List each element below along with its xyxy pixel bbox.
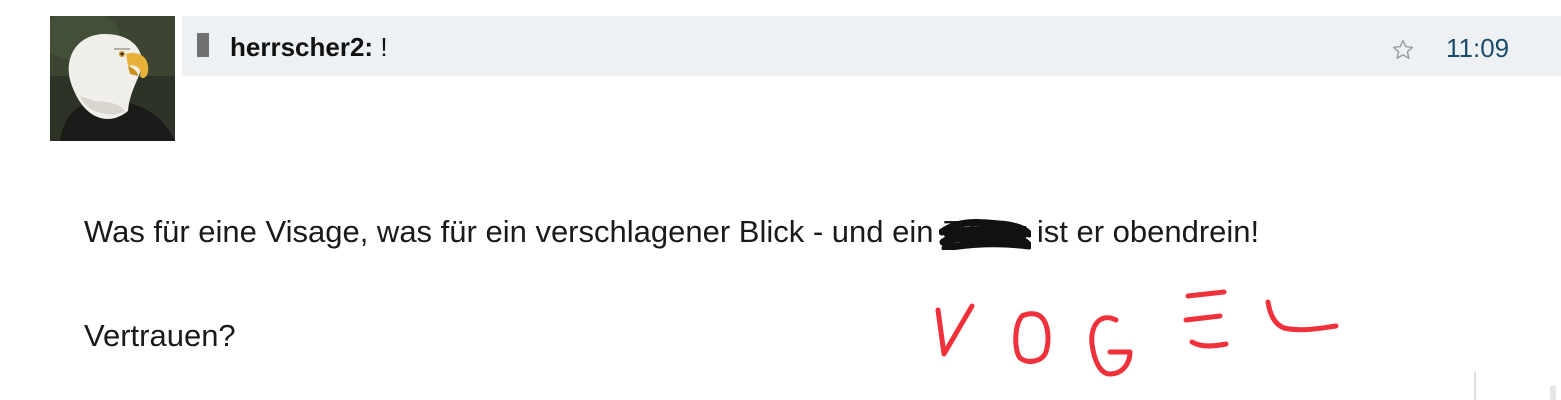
handwritten-annotation-vogel — [935, 289, 1339, 377]
message-title: ! — [380, 32, 388, 62]
redacted-word: Zwerg — [939, 214, 1032, 250]
message-marker — [197, 33, 209, 57]
divider-line — [1474, 372, 1476, 400]
message-view: herrscher2: ! 11:09 Was für eine Visage,… — [0, 0, 1561, 400]
body-text-after: ist er obendrein! — [1028, 214, 1260, 249]
message-body-line-1: Was für eine Visage, was für ein verschl… — [84, 214, 1259, 250]
message-time[interactable]: 11:09 — [1446, 33, 1509, 63]
divider-line-secondary — [1550, 386, 1556, 400]
username[interactable]: herrscher2: — [230, 32, 373, 62]
message-body-line-2: Vertrauen? — [84, 318, 236, 353]
message-header: herrscher2: ! 11:09 — [182, 16, 1561, 76]
bald-eagle-avatar-icon — [50, 16, 175, 141]
body-text-before: Was für eine Visage, was für ein verschl… — [84, 214, 943, 249]
avatar[interactable] — [50, 16, 175, 141]
redacted-word-text: Zwerg — [942, 214, 1029, 249]
message-header-text: herrscher2: ! — [230, 32, 388, 62]
star-outline-icon[interactable] — [1391, 38, 1415, 62]
